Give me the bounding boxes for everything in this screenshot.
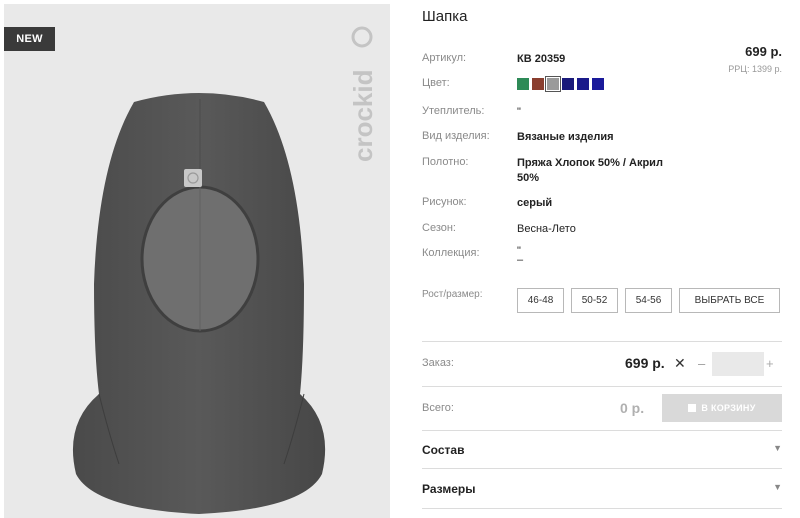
divider — [422, 468, 782, 469]
spec-value: КВ 20359 — [517, 53, 566, 65]
spec-label: Вид изделия: — [422, 130, 490, 142]
sizes-label: Рост/размер: — [422, 289, 483, 300]
total-label: Всего: — [422, 402, 454, 414]
decrement-button[interactable]: – — [698, 356, 705, 371]
chevron-down-icon: ▼ — [773, 443, 782, 453]
brand-logo: crockid — [348, 26, 378, 163]
chevron-down-icon: ▼ — [773, 482, 782, 492]
color-swatch[interactable] — [592, 78, 604, 90]
product-image[interactable]: NEW crockid — [4, 4, 390, 518]
product-price: 699 р. — [745, 44, 782, 59]
color-swatch[interactable] — [517, 78, 529, 90]
order-label: Заказ: — [422, 357, 454, 369]
spec-label: Полотно: — [422, 156, 469, 168]
product-rrp: РРЦ: 1399 р. — [728, 64, 782, 74]
new-badge: NEW — [4, 27, 55, 51]
cart-button-label: В КОРЗИНУ — [701, 403, 756, 413]
svg-text:crockid: crockid — [348, 70, 378, 163]
accordion-sizes[interactable]: Размеры ▼ — [422, 482, 782, 496]
cart-icon — [688, 404, 697, 412]
color-swatches — [517, 76, 604, 92]
spec-value: Весна-Лето — [517, 223, 576, 235]
remove-icon[interactable]: ✕ — [674, 355, 686, 372]
color-swatch[interactable] — [545, 76, 561, 92]
spec-label: Артикул: — [422, 52, 467, 64]
spec-value: " — [517, 106, 521, 118]
accordion-label: Размеры — [422, 482, 476, 496]
spec-value: " – — [517, 245, 524, 266]
color-swatch[interactable] — [532, 78, 544, 90]
hat-image — [72, 93, 326, 514]
select-all-button[interactable]: ВЫБРАТЬ ВСЕ — [679, 288, 780, 313]
divider — [422, 386, 782, 387]
divider — [422, 508, 782, 509]
spec-value: Вязаные изделия — [517, 131, 614, 143]
spec-label: Цвет: — [422, 77, 450, 89]
product-title: Шапка — [422, 8, 468, 25]
accordion-composition[interactable]: Состав ▼ — [422, 443, 782, 457]
spec-label: Утеплитель: — [422, 105, 485, 117]
divider — [422, 430, 782, 431]
total-value: 0 р. — [620, 400, 645, 416]
size-button-50-52[interactable]: 50-52 — [571, 288, 618, 313]
spec-label: Рисунок: — [422, 196, 467, 208]
size-button-46-48[interactable]: 46-48 — [517, 288, 564, 313]
size-button-54-56[interactable]: 54-56 — [625, 288, 672, 313]
divider — [422, 341, 782, 342]
spec-value: серый — [517, 197, 553, 209]
color-swatch[interactable] — [577, 78, 589, 90]
increment-button[interactable]: + — [766, 356, 774, 371]
order-price: 699 р. — [625, 355, 665, 371]
accordion-label: Состав — [422, 443, 465, 457]
spec-value: Пряжа Хлопок 50% / Акрил 50% — [517, 157, 663, 184]
spec-label: Сезон: — [422, 222, 456, 234]
quantity-input[interactable] — [712, 352, 764, 376]
add-to-cart-button[interactable]: В КОРЗИНУ — [662, 394, 782, 422]
product-details: Шапка 699 р. РРЦ: 1399 р. Артикул: КВ 20… — [422, 0, 782, 518]
spec-label: Коллекция: — [422, 247, 480, 259]
color-swatch[interactable] — [562, 78, 574, 90]
